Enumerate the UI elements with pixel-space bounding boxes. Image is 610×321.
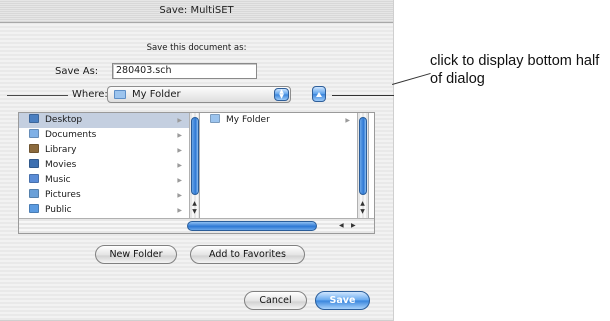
- folder-icon: [29, 204, 39, 213]
- where-popup[interactable]: My Folder ▲ ▼: [107, 86, 291, 103]
- scroll-down-icon[interactable]: ▼: [190, 208, 199, 216]
- chevron-right-icon: ▶: [345, 117, 350, 124]
- browser-column-2: My Folder ▶: [200, 113, 357, 218]
- chevron-right-icon: ▶: [177, 117, 182, 124]
- folder-icon: [29, 129, 39, 138]
- browser-item[interactable]: Movies ▶: [19, 158, 189, 173]
- where-selected: My Folder: [132, 89, 181, 100]
- chevron-right-icon: ▶: [177, 207, 182, 214]
- annotation-leader-line-diagonal: [392, 72, 431, 85]
- browser-item[interactable]: Documents ▶: [19, 128, 189, 143]
- cancel-button[interactable]: Cancel: [244, 291, 307, 310]
- column-1-scrollbar[interactable]: ▲ ▼: [189, 113, 200, 218]
- folder-icon: [29, 159, 39, 168]
- folder-icon: [210, 114, 220, 123]
- folder-icon: [29, 144, 39, 153]
- new-folder-button[interactable]: New Folder: [95, 245, 177, 264]
- chevron-right-icon: ▶: [177, 192, 182, 199]
- browser-item[interactable]: Pictures ▶: [19, 188, 189, 203]
- scroll-down-icon[interactable]: ▼: [358, 208, 367, 216]
- file-browser: Desktop ▶ Documents ▶ Library ▶ Movies ▶…: [18, 112, 375, 234]
- browser-item[interactable]: Music ▶: [19, 173, 189, 188]
- expand-dialog-button[interactable]: [312, 86, 326, 102]
- horizontal-scroll-thumb[interactable]: [187, 221, 317, 231]
- horizontal-scrollbar[interactable]: ◀ ▶: [19, 218, 374, 233]
- chevron-right-icon: ▶: [177, 162, 182, 169]
- column-2-scrollbar[interactable]: ▲ ▼: [357, 113, 369, 218]
- browser-item[interactable]: My Folder ▶: [200, 113, 357, 128]
- chevron-right-icon: ▶: [177, 147, 182, 154]
- save-as-field[interactable]: 280403.sch: [112, 63, 257, 79]
- browser-item[interactable]: Desktop ▶: [19, 113, 189, 128]
- desktop-icon: [29, 114, 39, 123]
- folder-icon: [29, 189, 39, 198]
- annotation-text: click to display bottom half of dialog: [430, 53, 600, 87]
- where-label: Where:: [72, 89, 108, 100]
- scroll-up-icon[interactable]: ▲: [358, 200, 367, 208]
- chevron-right-icon: ▶: [177, 132, 182, 139]
- browser-column-1: Desktop ▶ Documents ▶ Library ▶ Movies ▶…: [19, 113, 189, 218]
- popup-arrows-icon: ▲ ▼: [274, 88, 289, 101]
- annotation-leader-line: [332, 95, 394, 96]
- chevron-right-icon: ▶: [177, 177, 182, 184]
- scroll-thumb[interactable]: [359, 117, 367, 195]
- add-to-favorites-button[interactable]: Add to Favorites: [190, 245, 305, 264]
- scroll-right-icon[interactable]: ▶: [351, 222, 356, 229]
- save-button[interactable]: Save: [315, 291, 370, 310]
- folder-icon: [114, 90, 126, 99]
- save-prompt: Save this document as:: [146, 43, 247, 53]
- save-dialog: Save: MultiSET Save this document as: Sa…: [0, 0, 394, 321]
- expand-triangle-icon: [316, 92, 322, 97]
- folder-icon: [29, 174, 39, 183]
- save-as-label: Save As:: [55, 66, 99, 77]
- scroll-left-icon[interactable]: ◀: [339, 222, 344, 229]
- window-title: Save: MultiSET: [0, 0, 393, 23]
- scroll-thumb[interactable]: [191, 117, 199, 195]
- browser-item[interactable]: Public ▶: [19, 203, 189, 218]
- where-divider-left: [7, 95, 68, 96]
- browser-item[interactable]: Library ▶: [19, 143, 189, 158]
- scroll-up-icon[interactable]: ▲: [190, 200, 199, 208]
